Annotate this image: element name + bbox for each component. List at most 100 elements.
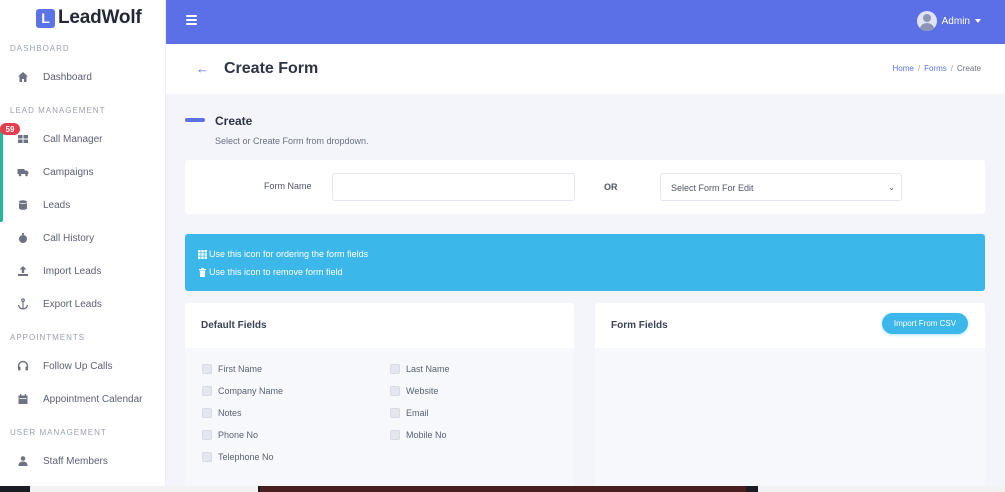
sidebar-item-staff-members[interactable]: Staff Members xyxy=(0,450,165,472)
form-select-card: Form Name OR Select Form For Edit ⌄ xyxy=(185,160,985,214)
user-menu[interactable]: Admin xyxy=(916,11,981,31)
sidebar-item-label: Dashboard xyxy=(43,71,92,83)
checkbox[interactable] xyxy=(202,452,212,462)
sidebar-item-appointment-calendar[interactable]: Appointment Calendar xyxy=(0,388,165,410)
sidebar-item-label: Leads xyxy=(43,199,71,211)
sidebar-item-dashboard[interactable]: Dashboard xyxy=(0,66,165,88)
sidebar-item-label: Import Leads xyxy=(43,265,102,277)
checkbox[interactable] xyxy=(202,364,212,374)
sidebar-item-label: Call History xyxy=(43,232,95,244)
info-line-remove: Use this icon to remove form field xyxy=(198,267,343,277)
sidebar-item-label: Export Leads xyxy=(43,298,102,310)
sidebar-item-import-leads[interactable]: Import Leads xyxy=(0,260,165,282)
panel-header: Form Fields Import From CSV xyxy=(595,303,985,348)
form-name-input[interactable] xyxy=(332,173,575,201)
checkbox[interactable] xyxy=(202,386,212,396)
grid-icon xyxy=(17,133,29,145)
avatar xyxy=(916,11,937,31)
sidebar: L LeadWolf DASHBOARD Dashboard LEAD MANA… xyxy=(0,0,166,486)
checkbox-label: Website xyxy=(406,386,439,396)
breadcrumb-separator: / xyxy=(917,64,921,73)
calendar-icon xyxy=(17,393,29,405)
checkbox-label: Company Name xyxy=(218,386,284,396)
info-alert: Use this icon for ordering the form fiel… xyxy=(185,234,985,291)
form-select-dropdown[interactable]: Select Form For Edit ⌄ xyxy=(660,173,902,201)
breadcrumb-forms[interactable]: Forms xyxy=(924,64,947,73)
field-checkbox-telephone-no[interactable]: Telephone No xyxy=(202,452,274,462)
user-name: Admin xyxy=(941,15,970,27)
home-icon xyxy=(17,71,29,83)
import-csv-button[interactable]: Import From CSV xyxy=(882,313,968,334)
form-fields-panel: Form Fields Import From CSV xyxy=(595,303,985,492)
stopwatch-icon xyxy=(17,232,29,244)
sidebar-item-campaigns[interactable]: Campaigns xyxy=(0,161,165,183)
sidebar-item-label: Staff Members xyxy=(43,455,108,467)
field-checkbox-notes[interactable]: Notes xyxy=(202,408,242,418)
checkbox[interactable] xyxy=(390,430,400,440)
field-checkbox-website[interactable]: Website xyxy=(390,386,438,396)
top-navbar: Admin xyxy=(166,0,1005,44)
trash-icon xyxy=(198,267,207,277)
checkbox-label: First Name xyxy=(218,364,263,374)
sidebar-item-leads[interactable]: Leads xyxy=(0,194,165,216)
taskbar-strip xyxy=(0,486,1005,492)
checkbox[interactable] xyxy=(390,386,400,396)
section-title-dashboard: DASHBOARD xyxy=(10,44,70,53)
checkbox-label: Last Name xyxy=(406,364,450,374)
user-icon xyxy=(17,455,29,467)
panel-title: Form Fields xyxy=(611,320,668,331)
section-title-lead-management: LEAD MANAGEMENT xyxy=(10,106,106,115)
default-fields-panel: Default Fields First Name Last Name Comp… xyxy=(185,303,574,492)
breadcrumb-current: Create xyxy=(956,64,981,73)
info-text: Use this icon for ordering the form fiel… xyxy=(209,249,369,259)
panel-header: Default Fields xyxy=(185,303,574,348)
checkbox[interactable] xyxy=(390,364,400,374)
grid-icon xyxy=(198,249,207,259)
breadcrumb-home[interactable]: Home xyxy=(893,64,914,73)
upload-icon xyxy=(17,265,29,277)
sidebar-item-call-history[interactable]: Call History xyxy=(0,227,165,249)
field-checkbox-company-name[interactable]: Company Name xyxy=(202,386,283,396)
sidebar-item-label: Appointment Calendar xyxy=(43,393,143,405)
back-arrow-icon[interactable]: ← xyxy=(196,61,209,76)
chevron-down-icon: ⌄ xyxy=(888,183,895,192)
truck-icon xyxy=(17,166,29,178)
caret-down-icon xyxy=(975,19,981,23)
page-title: Create Form xyxy=(224,60,319,77)
field-checkbox-last-name[interactable]: Last Name xyxy=(390,364,450,374)
checkbox-label: Email xyxy=(406,408,429,418)
sidebar-item-label: Call Manager xyxy=(43,133,103,145)
brand-name: LeadWolf xyxy=(58,7,142,28)
field-checkbox-email[interactable]: Email xyxy=(390,408,429,418)
info-text: Use this icon to remove form field xyxy=(209,267,343,277)
checkbox[interactable] xyxy=(202,408,212,418)
breadcrumb-separator: / xyxy=(950,64,953,73)
sidebar-item-export-leads[interactable]: Export Leads xyxy=(0,293,165,315)
brand-logo[interactable]: L LeadWolf xyxy=(36,7,142,29)
sidebar-item-label: Campaigns xyxy=(43,166,94,178)
headphones-icon xyxy=(17,360,29,372)
checkbox-label: Mobile No xyxy=(406,430,447,440)
menu-toggle-icon[interactable] xyxy=(186,15,197,25)
checkbox[interactable] xyxy=(390,408,400,418)
section-subtitle: Select or Create Form from dropdown. xyxy=(215,136,369,146)
sidebar-item-call-manager[interactable]: Call Manager xyxy=(0,128,165,150)
database-icon xyxy=(17,199,29,211)
sidebar-item-follow-up-calls[interactable]: Follow Up Calls xyxy=(0,355,165,377)
field-checkbox-mobile-no[interactable]: Mobile No xyxy=(390,430,447,440)
form-name-label: Form Name xyxy=(264,181,312,191)
breadcrumb: Home / Forms / Create xyxy=(893,64,982,73)
info-line-order: Use this icon for ordering the form fiel… xyxy=(198,249,368,259)
checkbox[interactable] xyxy=(202,430,212,440)
section-accent xyxy=(185,118,205,122)
section-title-user-management: USER MANAGEMENT xyxy=(10,428,107,437)
checkbox-label: Telephone No xyxy=(218,452,274,462)
field-checkbox-first-name[interactable]: First Name xyxy=(202,364,262,374)
section-title: Create xyxy=(215,114,253,128)
select-value: Select Form For Edit xyxy=(671,183,754,193)
page-header: ← Create Form Home / Forms / Create xyxy=(166,44,1005,94)
anchor-icon xyxy=(17,298,29,310)
field-checkbox-phone-no[interactable]: Phone No xyxy=(202,430,258,440)
section-title-appointments: APPOINTMENTS xyxy=(10,333,86,342)
or-label: OR xyxy=(604,182,618,192)
